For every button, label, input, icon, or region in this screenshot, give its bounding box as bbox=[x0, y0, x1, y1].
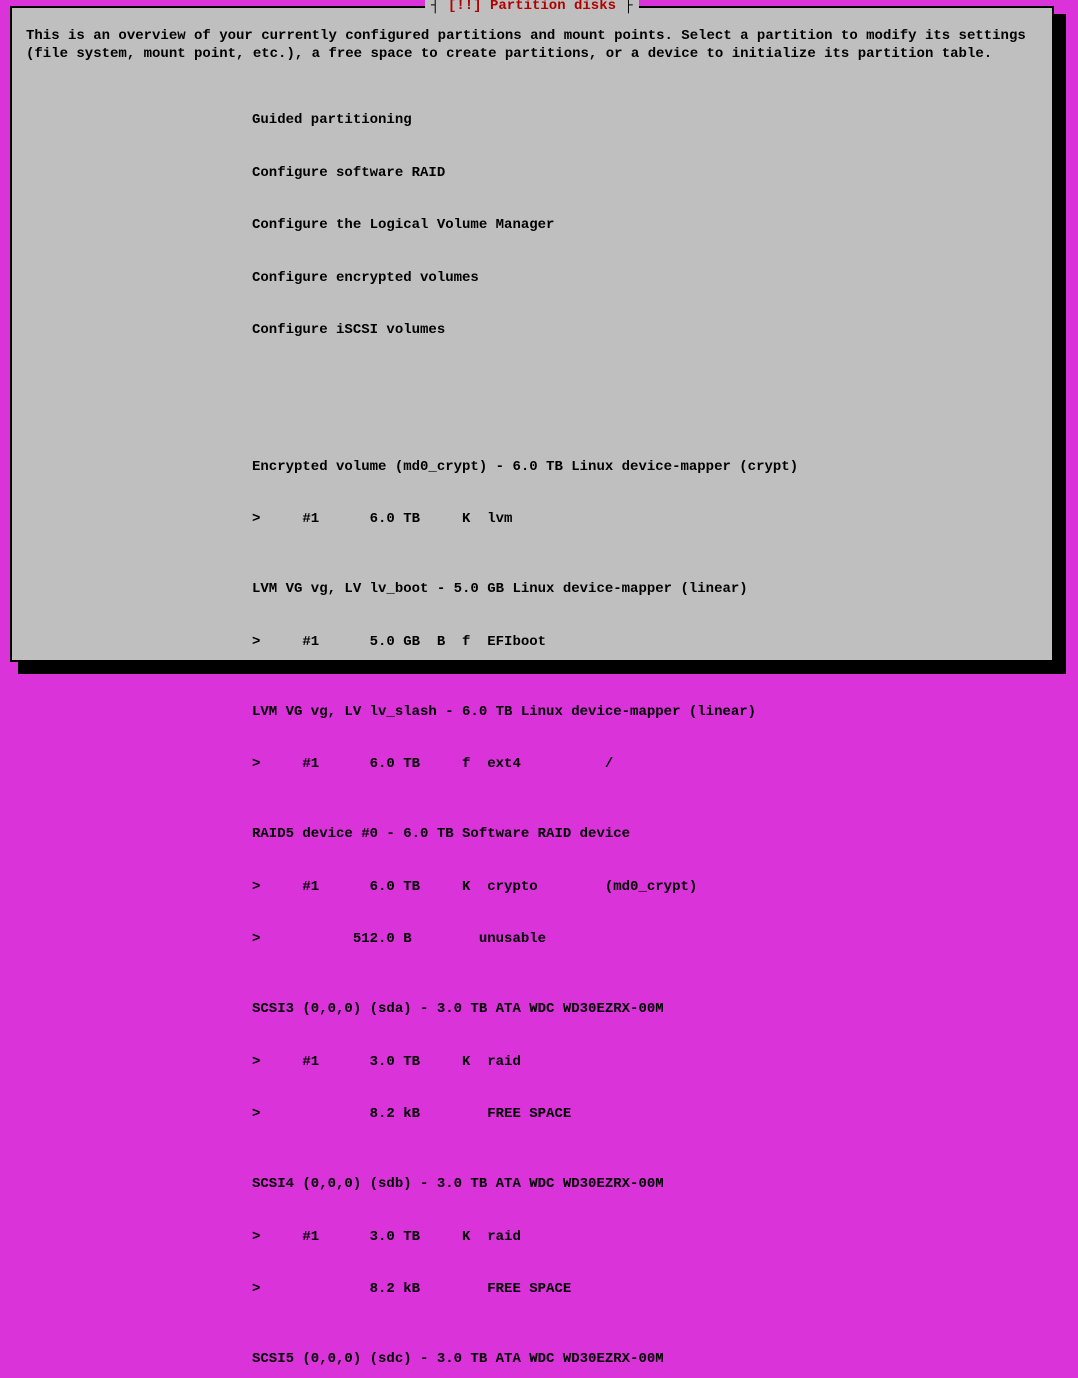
partition-line[interactable]: > 8.2 kB FREE SPACE bbox=[252, 1281, 1052, 1299]
dialog-title-bar: ┤ [!!] Partition disks ├ bbox=[12, 0, 1052, 16]
partition-line[interactable]: > #1 6.0 TB f ext4 / bbox=[252, 756, 1052, 774]
device-header[interactable]: LVM VG vg, LV lv_boot - 5.0 GB Linux dev… bbox=[252, 581, 1052, 599]
partition-line[interactable]: > 512.0 B unusable bbox=[252, 931, 1052, 949]
partition-line[interactable]: > #1 5.0 GB B f EFIboot bbox=[252, 634, 1052, 652]
device-header[interactable]: SCSI5 (0,0,0) (sdc) - 3.0 TB ATA WDC WD3… bbox=[252, 1351, 1052, 1369]
partition-dialog: ┤ [!!] Partition disks ├ This is an over… bbox=[10, 6, 1054, 662]
partition-line[interactable]: > #1 6.0 TB K crypto (md0_crypt) bbox=[252, 879, 1052, 897]
device-header[interactable]: RAID5 device #0 - 6.0 TB Software RAID d… bbox=[252, 826, 1052, 844]
menu-iscsi[interactable]: Configure iSCSI volumes bbox=[252, 322, 1052, 340]
menu-raid[interactable]: Configure software RAID bbox=[252, 165, 1052, 183]
partition-line[interactable]: > 8.2 kB FREE SPACE bbox=[252, 1106, 1052, 1124]
menu-area: Guided partitioning Configure software R… bbox=[12, 69, 1052, 1378]
partition-line[interactable]: > #1 6.0 TB K lvm bbox=[252, 511, 1052, 529]
device-header[interactable]: SCSI3 (0,0,0) (sda) - 3.0 TB ATA WDC WD3… bbox=[252, 1001, 1052, 1019]
device-header[interactable]: SCSI4 (0,0,0) (sdb) - 3.0 TB ATA WDC WD3… bbox=[252, 1176, 1052, 1194]
menu-guided[interactable]: Guided partitioning bbox=[252, 112, 1052, 130]
partition-line[interactable]: > #1 3.0 TB K raid bbox=[252, 1054, 1052, 1072]
menu-encrypted[interactable]: Configure encrypted volumes bbox=[252, 270, 1052, 288]
partition-line[interactable]: > #1 3.0 TB K raid bbox=[252, 1229, 1052, 1247]
description-text: This is an overview of your currently co… bbox=[12, 8, 1052, 69]
device-header[interactable]: Encrypted volume (md0_crypt) - 6.0 TB Li… bbox=[252, 459, 1052, 477]
device-header[interactable]: LVM VG vg, LV lv_slash - 6.0 TB Linux de… bbox=[252, 704, 1052, 722]
menu-lvm[interactable]: Configure the Logical Volume Manager bbox=[252, 217, 1052, 235]
dialog-title: ┤ [!!] Partition disks ├ bbox=[425, 0, 639, 16]
